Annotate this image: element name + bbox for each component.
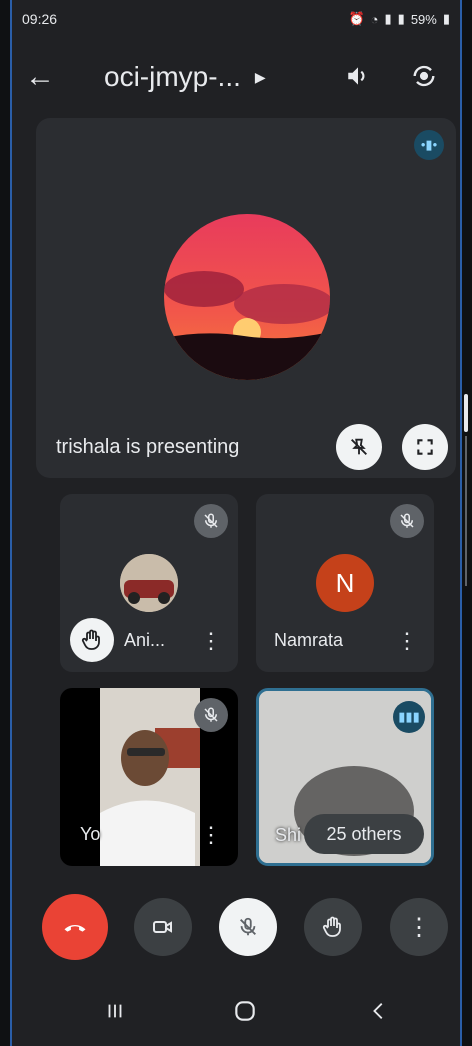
presenter-tile[interactable]: •▮• trishala is presenting <box>36 118 456 478</box>
mic-off-icon <box>194 698 228 732</box>
presenting-label: trishala is presenting <box>56 436 240 458</box>
participant-video <box>100 688 200 866</box>
system-nav-bar <box>20 990 452 1036</box>
caret-right-icon[interactable]: ▶ <box>255 69 266 86</box>
participant-tile[interactable]: Yo ⋮ <box>60 688 238 866</box>
scrollbar-thumb[interactable] <box>464 394 468 432</box>
microphone-button[interactable] <box>219 898 277 956</box>
participant-avatar <box>120 554 178 612</box>
participant-tile[interactable]: N Namrata ⋮ <box>256 494 434 672</box>
home-icon[interactable] <box>232 998 258 1031</box>
participant-tile[interactable]: Ani... ⋮ <box>60 494 238 672</box>
more-options-icon[interactable]: ⋮ <box>200 824 222 846</box>
audio-level-icon: ▮▮▮ <box>393 701 425 733</box>
raise-hand-button[interactable] <box>304 898 362 956</box>
audio-level-icon: •▮• <box>414 130 444 160</box>
back-arrow-icon[interactable]: ← <box>20 57 60 97</box>
status-bar: 09:26 ⏰ ◔ ▮ ▮ 59% ▮ <box>22 8 450 30</box>
more-options-icon[interactable]: ⋮ <box>396 630 418 652</box>
more-vertical-icon: ⋮ <box>407 913 431 941</box>
participant-name: Ani... <box>124 630 166 650</box>
switch-camera-icon[interactable] <box>404 56 444 96</box>
fullscreen-icon[interactable] <box>402 424 448 470</box>
status-time: 09:26 <box>22 11 58 27</box>
recents-icon[interactable] <box>104 998 126 1029</box>
camera-button[interactable] <box>134 898 192 956</box>
status-right: ⏰ ◔ ▮ ▮ 59% ▮ <box>348 11 450 27</box>
participant-name: Yo <box>80 824 101 844</box>
wifi-icon: ◔ <box>370 11 379 27</box>
battery-label: 59% <box>410 11 437 27</box>
participant-name: Shi <box>275 825 302 845</box>
end-call-button[interactable] <box>42 894 108 960</box>
meeting-top-bar: ← oci-jmyp-... ▶ <box>20 52 452 102</box>
participant-initial-avatar: N <box>316 554 374 612</box>
signal-icon: ▮ <box>384 11 392 26</box>
more-options-icon[interactable]: ⋮ <box>200 630 222 652</box>
call-controls: ⋮ <box>20 894 452 966</box>
mic-off-icon <box>390 504 424 538</box>
presenter-avatar <box>164 214 330 380</box>
back-nav-icon[interactable] <box>368 998 390 1029</box>
unpin-icon[interactable] <box>336 424 382 470</box>
raised-hand-icon <box>70 618 114 662</box>
mic-off-icon <box>194 504 228 538</box>
meeting-title[interactable]: oci-jmyp-... <box>104 61 241 93</box>
others-count-chip[interactable]: 25 others <box>304 814 424 854</box>
participant-name: Namrata <box>274 630 344 650</box>
battery-icon: ▮ <box>442 11 450 26</box>
more-options-button[interactable]: ⋮ <box>390 898 448 956</box>
scrollbar-track[interactable] <box>465 436 467 586</box>
signal-icon: ▮ <box>397 11 405 26</box>
alarm-icon: ⏰ <box>348 11 365 26</box>
speaker-icon[interactable] <box>338 56 378 96</box>
